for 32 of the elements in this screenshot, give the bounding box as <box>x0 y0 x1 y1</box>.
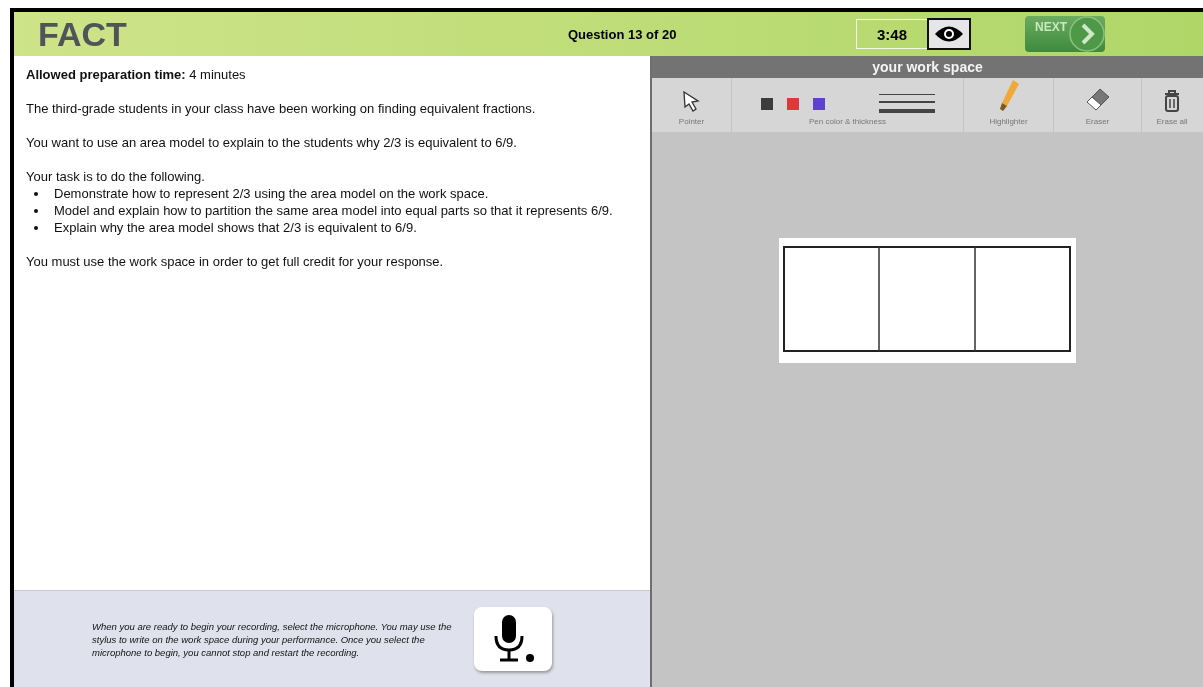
recording-instructions: When you are ready to begin your recording, select the microphone. You may use the stylus to write on the work space during your performance. Once you select the microphone to begin, you cannot stop and restart the recording. <box>92 619 452 659</box>
chevron-icon <box>1069 16 1105 52</box>
task-item: Explain why the area model shows that 2/3 is equivalent to 6/9. <box>54 219 417 236</box>
erase-all-button[interactable]: Erase all <box>1142 78 1202 132</box>
color-swatch[interactable] <box>786 97 799 110</box>
task-paragraph: You want to use an area model to explain to the students why 2/3 is equivalent to 6/9. <box>26 134 518 151</box>
bullet-icon <box>34 191 38 196</box>
pen-button[interactable]: Pen color & thickness <box>732 78 964 132</box>
trash-icon <box>1163 89 1181 113</box>
eraser-icon <box>1084 87 1111 113</box>
eye-button[interactable] <box>927 18 971 50</box>
eraser-button[interactable]: Eraser <box>1054 78 1142 132</box>
bullet-icon <box>34 225 38 230</box>
bullet-icon <box>34 208 38 213</box>
task-paragraph: You must use the work space in order to get full credit for your response. <box>26 253 445 270</box>
task-item: Demonstrate how to represent 2/3 using the area model on the work space. <box>54 185 489 202</box>
question-counter: Question 13 of 20 <box>568 26 678 42</box>
next-button[interactable]: NEXT <box>1025 16 1105 52</box>
color-swatch[interactable] <box>812 97 825 110</box>
preparation-time: Allowed preparation time: 4 minutes <box>26 66 247 83</box>
eye-icon <box>934 25 964 43</box>
work-space-title: your work space <box>652 56 1203 78</box>
app-logo: FACT <box>38 14 128 54</box>
pointer-icon <box>681 91 702 113</box>
task-paragraph: The third-grade students in your class have been working on finding equivalent fractions. <box>26 100 537 117</box>
microphone-button[interactable] <box>474 607 552 671</box>
thickness-lines-icon[interactable] <box>878 94 935 113</box>
task-intro: Your task is to do the following. <box>26 168 206 185</box>
highlighter-button[interactable]: Highlighter <box>964 78 1054 132</box>
task-item: Model and explain how to partition the same area model into equal parts so that it represents 6/9. <box>54 202 613 219</box>
pointer-button[interactable]: Pointer <box>652 78 732 132</box>
color-swatch[interactable] <box>760 97 773 110</box>
